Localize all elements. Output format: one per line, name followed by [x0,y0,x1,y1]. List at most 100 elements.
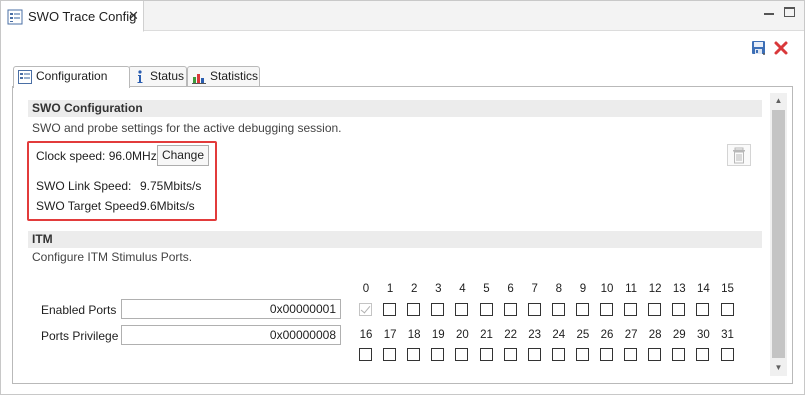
itm-section-title: ITM [32,232,53,246]
port-number-label: 1 [386,283,394,295]
port-checkbox[interactable] [503,348,517,361]
change-button[interactable]: Change [157,145,209,166]
port-number-label: 2 [410,283,418,295]
delete-icon[interactable] [773,40,789,59]
port-checkbox[interactable] [383,303,397,316]
tab-statistics[interactable]: Statistics [187,66,260,87]
port-number-label: 17 [383,329,397,341]
view-tab-swo-trace-config[interactable]: SWO Trace Config ✕ [1,1,144,32]
swo-link-speed-value: 9.75Mbits/s [140,179,202,193]
port-number-label: 13 [672,283,686,295]
vertical-scrollbar[interactable]: ▲ ▼ [770,93,787,376]
close-icon[interactable]: ✕ [128,9,139,23]
port-number-label: 25 [576,329,590,341]
port-number-label: 19 [431,329,445,341]
tab-configuration[interactable]: Configuration [13,66,130,88]
scroll-up-icon[interactable]: ▲ [770,94,787,108]
port-checkbox[interactable] [600,348,613,361]
port-number-label: 16 [359,329,373,341]
ports-privilege-label: Ports Privilege [41,329,119,343]
port-checkbox[interactable] [359,348,372,361]
port-number-label: 30 [696,329,710,341]
port-number-label: 31 [721,329,734,341]
port-number-label: 12 [648,283,662,295]
port-checkbox[interactable] [696,303,710,316]
port-checkbox[interactable] [527,348,541,361]
port-number-label: 14 [696,283,710,295]
port-checkbox[interactable] [648,348,662,361]
port-checkbox[interactable] [672,348,686,361]
port-checkbox[interactable] [624,303,638,316]
trash-icon [728,147,750,168]
port-checkbox[interactable] [479,348,493,361]
port-number-label: 28 [648,329,662,341]
info-icon [135,70,145,87]
port-checkbox[interactable] [431,303,445,316]
port-number-label: 9 [579,283,587,295]
port-number-label: 27 [624,329,638,341]
port-checkbox[interactable] [527,303,541,316]
port-checkbox[interactable] [551,348,565,361]
port-checkbox[interactable] [479,303,493,316]
port-number-label: 26 [600,329,614,341]
port-number-label: 23 [528,329,542,341]
view-title: SWO Trace Config [28,9,137,24]
port-number-label: 10 [600,283,614,295]
swo-section-title: SWO Configuration [32,101,143,115]
port-number-label: 15 [721,283,734,295]
port-checkbox[interactable] [648,303,662,316]
port-number-label: 4 [459,283,466,295]
port-number-label: 21 [480,329,493,341]
swo-target-speed-label: SWO Target Speed: [36,199,143,213]
itm-section-header [28,231,762,248]
port-checkbox[interactable] [551,303,565,316]
port-number-label: 24 [552,329,566,341]
minimize-icon[interactable] [763,7,775,17]
enabled-ports-label: Enabled Ports [41,303,117,317]
port-number-label: 29 [672,329,686,341]
tab-statistics-label: Statistics [210,69,259,83]
port-number-label: 11 [625,283,638,295]
save-icon[interactable] [751,40,767,59]
port-number-label: 3 [435,283,442,295]
tab-status[interactable]: Status [128,66,187,87]
maximize-icon[interactable] [784,7,795,17]
port-number-label: 6 [507,283,514,295]
port-checkbox[interactable] [624,348,638,361]
ports-privilege-input[interactable]: 0x00000008 [121,325,341,345]
port-checkbox[interactable] [503,303,517,316]
trash-button[interactable] [727,144,751,166]
port-number-label: 20 [455,329,469,341]
swo-section-description: SWO and probe settings for the active de… [32,121,342,135]
port-checkbox[interactable] [672,303,686,316]
port-checkbox[interactable] [696,348,710,361]
port-checkbox[interactable] [720,303,734,316]
port-checkbox [359,303,372,316]
port-checkbox[interactable] [407,348,421,361]
enabled-ports-input[interactable]: 0x00000001 [121,299,341,319]
port-checkbox[interactable] [600,303,613,316]
port-checkbox[interactable] [407,303,421,316]
scrollbar-thumb[interactable] [772,110,785,358]
config-icon [18,70,32,87]
swo-target-speed-value: 9.6Mbits/s [140,199,195,213]
port-number-label: 8 [555,283,562,295]
clock-speed-label: Clock speed: 96.0MHz [36,149,157,163]
port-checkbox[interactable] [455,303,469,316]
tab-configuration-label: Configuration [36,69,108,83]
port-checkbox[interactable] [431,348,445,361]
port-number-label: 7 [531,283,538,295]
port-number-label: 18 [407,329,421,341]
port-number-label: 0 [362,283,370,295]
scroll-down-icon[interactable]: ▼ [770,361,787,375]
tab-status-label: Status [150,69,185,83]
port-checkbox[interactable] [720,348,734,361]
port-checkbox[interactable] [575,303,589,316]
port-checkbox[interactable] [383,348,397,361]
port-checkbox[interactable] [575,348,589,361]
statistics-icon [192,70,208,87]
port-number-label: 22 [504,329,517,341]
config-icon [7,9,23,28]
port-checkbox[interactable] [455,348,469,361]
view-tab-bar: SWO Trace Config ✕ [1,1,804,32]
